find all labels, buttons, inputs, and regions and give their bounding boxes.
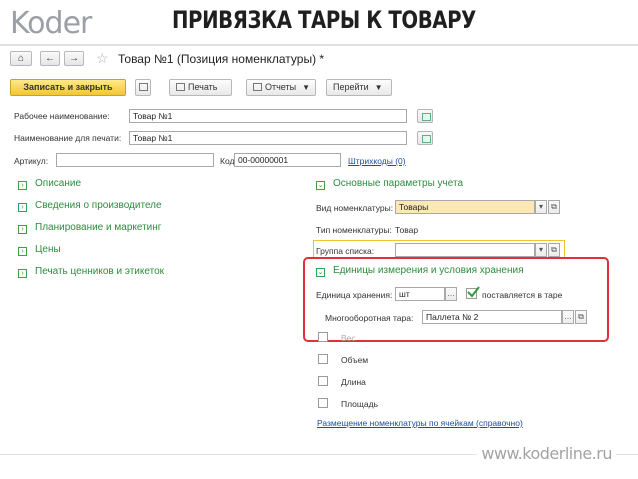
volume-checkbox[interactable]: [318, 354, 328, 364]
goto-label: Перейти: [333, 82, 369, 92]
window-titlebar: ⌂ ← → ☆ Товар №1 (Позиция номенклатуры) …: [8, 48, 638, 70]
item-kind-field[interactable]: Товары: [395, 200, 535, 214]
item-kind-label: Вид номенклатуры:: [316, 203, 394, 213]
goto-button[interactable]: Перейти ▼: [326, 79, 392, 96]
open-link-icon[interactable]: ⧉: [575, 310, 587, 324]
site-url: www.koderline.ru: [477, 444, 616, 463]
print-button[interactable]: Печать: [169, 79, 232, 96]
print-name-field[interactable]: Товар №1: [129, 131, 407, 145]
forward-arrow-icon[interactable]: →: [64, 51, 84, 66]
length-label: Длина: [341, 377, 366, 387]
collapse-chevron-icon: ⌄: [316, 268, 325, 277]
expand-chevron-icon: ›: [18, 269, 27, 278]
dropdown-chevron-icon[interactable]: ▾: [535, 200, 547, 214]
home-icon[interactable]: ⌂: [10, 51, 32, 66]
code-field[interactable]: 00-00000001: [234, 153, 341, 167]
container-label: Многооборотная тара:: [325, 313, 414, 323]
list-group-label: Группа списка:: [316, 246, 375, 256]
print-name-label: Наименование для печати:: [14, 133, 122, 143]
choose-ellipsis-icon[interactable]: …: [445, 287, 457, 301]
language-icon[interactable]: [417, 131, 433, 145]
print-label: Печать: [188, 82, 218, 92]
chevron-down-icon: ▼: [374, 83, 383, 92]
item-type-value: Товар: [395, 225, 419, 235]
section-units-storage[interactable]: ⌄ Единицы измерения и условия хранения: [316, 265, 524, 277]
open-link-icon[interactable]: ⧉: [548, 200, 560, 214]
reports-button[interactable]: Отчеты ▼: [246, 79, 316, 96]
checkmark-icon: [467, 286, 480, 298]
article-label: Артикул:: [14, 156, 49, 166]
expand-chevron-icon: ›: [18, 247, 27, 256]
window-title: Товар №1 (Позиция номенклатуры) *: [118, 52, 325, 66]
item-type-label: Тип номенклатуры:: [316, 225, 392, 235]
barcodes-link[interactable]: Штрихкоды (0): [348, 156, 406, 166]
article-field[interactable]: [56, 153, 214, 167]
section-price-tags[interactable]: › Печать ценников и этикеток: [18, 266, 164, 278]
work-name-field[interactable]: Товар №1: [129, 109, 407, 123]
expand-chevron-icon: ›: [18, 203, 27, 212]
cells-placement-link[interactable]: Размещение номенклатуры по ячейкам (спра…: [317, 418, 523, 428]
back-arrow-icon[interactable]: ←: [40, 51, 60, 66]
dropdown-chevron-icon[interactable]: ▾: [535, 243, 547, 257]
volume-label: Объем: [341, 355, 369, 365]
section-description[interactable]: › Описание: [18, 178, 81, 190]
floppy-disk-icon: [139, 83, 148, 91]
expand-chevron-icon: ›: [18, 225, 27, 234]
collapse-chevron-icon: ⌄: [316, 181, 325, 190]
work-name-label: Рабочее наименование:: [14, 111, 110, 121]
chevron-down-icon: ▼: [302, 83, 311, 92]
container-field[interactable]: Паллета № 2: [422, 310, 562, 324]
area-label: Площадь: [341, 399, 379, 409]
section-accounting-params[interactable]: ⌄ Основные параметры учета: [316, 178, 463, 190]
weight-checkbox[interactable]: [318, 332, 328, 342]
storage-unit-label: Единица хранения:: [316, 290, 393, 300]
section-prices[interactable]: › Цены: [18, 244, 61, 256]
save-and-close-button[interactable]: Записать и закрыть: [10, 79, 126, 96]
choose-ellipsis-icon[interactable]: …: [562, 310, 574, 324]
save-button[interactable]: [135, 79, 151, 96]
expand-chevron-icon: ›: [18, 181, 27, 190]
item-form-window: ⌂ ← → ☆ Товар №1 (Позиция номенклатуры) …: [8, 46, 638, 430]
weight-label: Вес: [341, 333, 356, 343]
form-toolbar: Записать и закрыть Печать Отчеты ▼ Перейт…: [8, 79, 638, 101]
in-container-checkbox[interactable]: [466, 286, 480, 299]
printer-icon: [176, 83, 185, 91]
section-planning-marketing[interactable]: › Планирование и маркетинг: [18, 222, 161, 234]
reports-label: Отчеты: [265, 82, 297, 92]
in-container-label: поставляется в таре: [482, 290, 563, 300]
storage-unit-field[interactable]: шт: [395, 287, 445, 301]
section-manufacturer[interactable]: › Сведения о производителе: [18, 200, 162, 212]
open-link-icon[interactable]: ⧉: [548, 243, 560, 257]
length-checkbox[interactable]: [318, 376, 328, 386]
slide-title: ПРИВЯЗКА ТАРЫ К ТОВАРУ: [172, 6, 476, 34]
koderline-logo: Koder: [10, 6, 92, 41]
area-checkbox[interactable]: [318, 398, 328, 408]
language-icon[interactable]: [417, 109, 433, 123]
favorite-star-icon[interactable]: ☆: [96, 50, 109, 67]
list-group-field[interactable]: [395, 243, 535, 257]
slide-header: Koder ПРИВЯЗКА ТАРЫ К ТОВАРУ: [0, 0, 638, 46]
report-icon: [253, 83, 262, 91]
